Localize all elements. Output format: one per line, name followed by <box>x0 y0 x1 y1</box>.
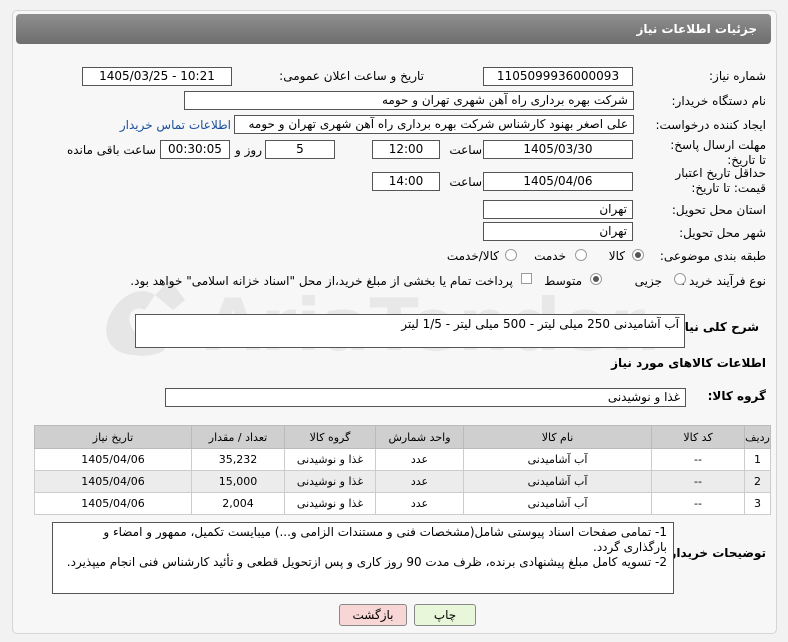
process-radio-minor[interactable] <box>674 273 686 285</box>
col-header-group: گروه کالا <box>284 425 376 449</box>
cell-quantity: 15,000 <box>191 470 285 493</box>
category-option-goods: کالا <box>608 249 625 263</box>
cell-row-number: 2 <box>744 470 771 493</box>
cell-group: غذا و نوشیدنی <box>284 470 376 493</box>
buyer-notes-box: 1- تمامی صفحات اسناد پیوستی شامل(مشخصات … <box>52 522 674 594</box>
need-number-label: شماره نیاز: <box>709 69 766 83</box>
category-radio-service[interactable] <box>575 249 587 261</box>
cell-row-number: 3 <box>744 492 771 515</box>
table-row: 1 -- آب آشامیدنی عدد غذا و نوشیدنی 35,23… <box>34 448 771 471</box>
treasury-payment-checkbox[interactable] <box>521 273 532 284</box>
contact-info-link[interactable]: اطلاعات تماس خریدار <box>120 118 231 132</box>
cell-unit: عدد <box>375 470 464 493</box>
price-time-field: 14:00 <box>372 172 440 191</box>
price-date-field: 1405/04/06 <box>483 172 633 191</box>
cell-row-number: 1 <box>744 448 771 471</box>
cell-group: غذا و نوشیدنی <box>284 492 376 515</box>
cell-unit: عدد <box>375 492 464 515</box>
days-field: 5 <box>265 140 335 159</box>
creator-field: علی اصغر بهنود کارشناس شرکت بهره برداری … <box>234 115 634 134</box>
col-header-row-number: ردیف <box>744 425 771 449</box>
back-button[interactable]: بازگشت <box>339 604 407 626</box>
process-radio-medium[interactable] <box>590 273 602 285</box>
cell-item-code: -- <box>651 492 745 515</box>
cell-item-code: -- <box>651 470 745 493</box>
goods-group-field: غذا و نوشیدنی <box>165 388 686 407</box>
process-option-minor: جزیی <box>634 274 662 288</box>
table-row: 2 -- آب آشامیدنی عدد غذا و نوشیدنی 15,00… <box>34 470 771 493</box>
process-option-medium: متوسط <box>544 274 582 288</box>
category-radio-goods-service[interactable] <box>505 249 517 261</box>
province-label: استان محل تحویل: <box>671 203 766 217</box>
category-option-service: خدمت <box>534 249 566 263</box>
category-radio-goods[interactable] <box>632 249 644 261</box>
col-header-need-date: تاریخ نیاز <box>34 425 192 449</box>
page-title: جزئیات اطلاعات نیاز <box>16 14 771 44</box>
need-number-field: 1105099936000093 <box>483 67 633 86</box>
days-label: روز و <box>235 143 262 157</box>
price-time-label: ساعت <box>449 175 482 189</box>
buyer-note-1: 1- تمامی صفحات اسناد پیوستی شامل(مشخصات … <box>103 525 667 554</box>
col-header-unit: واحد شمارش <box>375 425 464 449</box>
reply-deadline-label: مهلت ارسال پاسخ: تا تاریخ: <box>670 138 766 167</box>
goods-group-label: گروه کالا: <box>707 389 766 403</box>
cell-group: غذا و نوشیدنی <box>284 448 376 471</box>
reply-time-field: 12:00 <box>372 140 440 159</box>
remaining-time-label: ساعت باقی مانده <box>66 143 156 157</box>
buyer-org-field: شرکت بهره برداری راه آهن شهری تهران و حو… <box>184 91 634 110</box>
buyer-note-2: 2- تسویه کامل مبلغ پیشنهادی برنده، ظرف م… <box>66 555 667 569</box>
print-button[interactable]: چاپ <box>414 604 476 626</box>
city-label: شهر محل تحویل: <box>679 226 766 240</box>
cell-quantity: 2,004 <box>191 492 285 515</box>
cell-need-date: 1405/04/06 <box>34 470 192 493</box>
goods-info-heading: اطلاعات کالاهای مورد نیاز <box>611 356 766 370</box>
cell-item-name: آب آشامیدنی <box>463 448 652 471</box>
col-header-item-code: کد کالا <box>651 425 745 449</box>
cell-unit: عدد <box>375 448 464 471</box>
process-label: نوع فرآیند خرید : <box>681 274 766 288</box>
cell-need-date: 1405/04/06 <box>34 448 192 471</box>
cell-quantity: 35,232 <box>191 448 285 471</box>
table-row: 3 -- آب آشامیدنی عدد غذا و نوشیدنی 2,004… <box>34 492 771 515</box>
remaining-time-field: 00:30:05 <box>160 140 230 159</box>
buyer-notes-label: توضیحات خریدار: <box>664 546 766 560</box>
description-label: شرح کلی نیاز: <box>673 320 759 334</box>
cell-item-code: -- <box>651 448 745 471</box>
goods-table: ردیف کد کالا نام کالا واحد شمارش گروه کا… <box>34 425 771 515</box>
category-label: طبقه بندی موضوعی: <box>659 249 766 263</box>
col-header-item-name: نام کالا <box>463 425 652 449</box>
table-header-row: ردیف کد کالا نام کالا واحد شمارش گروه کا… <box>34 425 771 449</box>
announce-label: تاریخ و ساعت اعلان عمومی: <box>279 69 424 83</box>
buyer-org-label: نام دستگاه خریدار: <box>671 94 767 108</box>
description-field: آب آشامیدنی 250 میلی لیتر - 500 میلی لیت… <box>135 314 685 348</box>
reply-time-label: ساعت <box>449 143 482 157</box>
creator-label: ایجاد کننده درخواست: <box>655 118 766 132</box>
reply-date-field: 1405/03/30 <box>483 140 633 159</box>
cell-item-name: آب آشامیدنی <box>463 470 652 493</box>
price-validity-label: حداقل تاریخ اعتبار قیمت: تا تاریخ: <box>675 166 766 195</box>
col-header-quantity: تعداد / مقدار <box>191 425 285 449</box>
cell-item-name: آب آشامیدنی <box>463 492 652 515</box>
cell-need-date: 1405/04/06 <box>34 492 192 515</box>
province-field: تهران <box>483 200 633 219</box>
treasury-payment-note: پرداخت تمام یا بخشی از مبلغ خرید،از محل … <box>130 274 513 288</box>
city-field: تهران <box>483 222 633 241</box>
category-option-goods-service: کالا/خدمت <box>446 249 499 263</box>
announce-field: 1405/03/25 - 10:21 <box>82 67 232 86</box>
